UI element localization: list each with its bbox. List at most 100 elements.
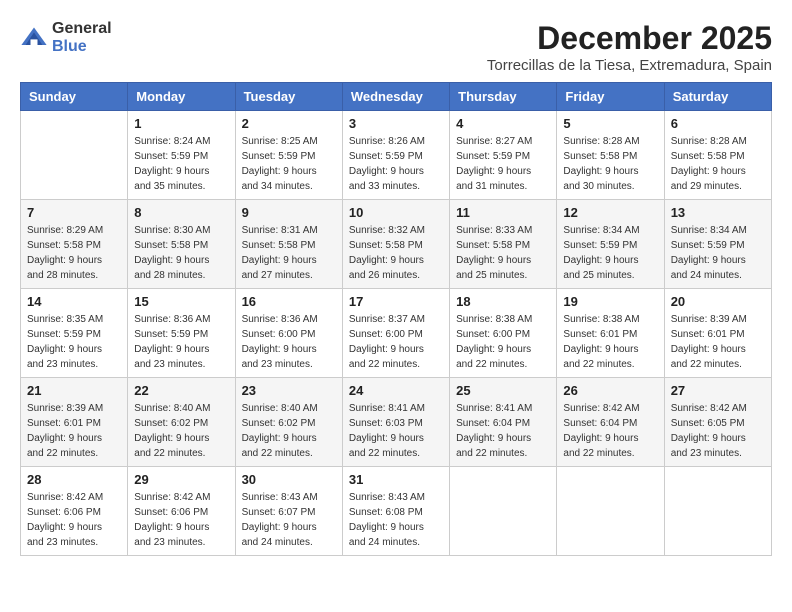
day-info: Sunrise: 8:42 AM Sunset: 6:06 PM Dayligh… xyxy=(134,490,228,550)
table-row: 2 Sunrise: 8:25 AM Sunset: 5:59 PM Daylig… xyxy=(235,111,342,200)
day-info: Sunrise: 8:41 AM Sunset: 6:04 PM Dayligh… xyxy=(456,401,550,461)
day-info: Sunrise: 8:30 AM Sunset: 5:58 PM Dayligh… xyxy=(134,223,228,283)
calendar-week-row: 21Sunrise: 8:39 AM Sunset: 6:01 PM Dayli… xyxy=(21,378,772,467)
day-number: 24 xyxy=(349,383,443,398)
day-number: 16 xyxy=(242,294,336,309)
day-number: 15 xyxy=(134,294,228,309)
table-row: 24 Sunrise: 8:41 AM Sunset: 6:03 PM Dayli… xyxy=(342,378,449,467)
calendar-week-row: 1 Sunrise: 8:24 AM Sunset: 5:59 PM Daylig… xyxy=(21,111,772,200)
table-row: 28 Sunrise: 8:42 AM Sunset: 6:06 PM Dayli… xyxy=(21,467,128,556)
day-info: Sunrise: 8:24 AM Sunset: 5:59 PM Dayligh… xyxy=(134,134,228,194)
day-number: 20 xyxy=(671,294,765,309)
day-info: Sunrise: 8:36 AM Sunset: 6:00 PM Dayligh… xyxy=(242,312,336,372)
calendar-week-row: 7Sunrise: 8:29 AM Sunset: 5:58 PM Daylig… xyxy=(21,200,772,289)
table-row: 10 Sunrise: 8:32 AM Sunset: 5:58 PM Dayli… xyxy=(342,200,449,289)
day-info: Sunrise: 8:40 AM Sunset: 6:02 PM Dayligh… xyxy=(242,401,336,461)
table-row: 23 Sunrise: 8:40 AM Sunset: 6:02 PM Dayli… xyxy=(235,378,342,467)
table-row: 26Sunrise: 8:42 AM Sunset: 6:04 PM Dayli… xyxy=(557,378,664,467)
day-info: Sunrise: 8:37 AM Sunset: 6:00 PM Dayligh… xyxy=(349,312,443,372)
table-row: 14Sunrise: 8:35 AM Sunset: 5:59 PM Dayli… xyxy=(21,289,128,378)
day-number: 28 xyxy=(27,472,121,487)
title-section: December 2025 Torrecillas de la Tiesa, E… xyxy=(487,20,772,74)
table-row: 25 Sunrise: 8:41 AM Sunset: 6:04 PM Dayli… xyxy=(450,378,557,467)
table-row: 6 Sunrise: 8:28 AM Sunset: 5:58 PM Daylig… xyxy=(664,111,771,200)
header-saturday: Saturday xyxy=(664,83,771,111)
table-row: 11Sunrise: 8:33 AM Sunset: 5:58 PM Dayli… xyxy=(450,200,557,289)
calendar-week-row: 28 Sunrise: 8:42 AM Sunset: 6:06 PM Dayli… xyxy=(21,467,772,556)
table-row: 18Sunrise: 8:38 AM Sunset: 6:00 PM Dayli… xyxy=(450,289,557,378)
day-number: 2 xyxy=(242,116,336,131)
day-info: Sunrise: 8:35 AM Sunset: 5:59 PM Dayligh… xyxy=(27,312,121,372)
day-info: Sunrise: 8:41 AM Sunset: 6:03 PM Dayligh… xyxy=(349,401,443,461)
day-number: 4 xyxy=(456,116,550,131)
day-number: 26 xyxy=(563,383,657,398)
header-sunday: Sunday xyxy=(21,83,128,111)
day-info: Sunrise: 8:28 AM Sunset: 5:58 PM Dayligh… xyxy=(671,134,765,194)
table-row: 12 Sunrise: 8:34 AM Sunset: 5:59 PM Dayli… xyxy=(557,200,664,289)
day-number: 23 xyxy=(242,383,336,398)
table-row: 30 Sunrise: 8:43 AM Sunset: 6:07 PM Dayli… xyxy=(235,467,342,556)
table-row: 3 Sunrise: 8:26 AM Sunset: 5:59 PM Daylig… xyxy=(342,111,449,200)
table-row xyxy=(450,467,557,556)
day-info: Sunrise: 8:43 AM Sunset: 6:08 PM Dayligh… xyxy=(349,490,443,550)
table-row: 4 Sunrise: 8:27 AM Sunset: 5:59 PM Daylig… xyxy=(450,111,557,200)
table-row: 8Sunrise: 8:30 AM Sunset: 5:58 PM Daylig… xyxy=(128,200,235,289)
table-row: 16 Sunrise: 8:36 AM Sunset: 6:00 PM Dayli… xyxy=(235,289,342,378)
day-number: 30 xyxy=(242,472,336,487)
day-info: Sunrise: 8:27 AM Sunset: 5:59 PM Dayligh… xyxy=(456,134,550,194)
day-info: Sunrise: 8:40 AM Sunset: 6:02 PM Dayligh… xyxy=(134,401,228,461)
day-number: 29 xyxy=(134,472,228,487)
day-info: Sunrise: 8:34 AM Sunset: 5:59 PM Dayligh… xyxy=(671,223,765,283)
calendar-header-row: Sunday Monday Tuesday Wednesday Thursday… xyxy=(21,83,772,111)
page-header: General Blue December 2025 Torrecillas d… xyxy=(20,20,772,74)
table-row: 20 Sunrise: 8:39 AM Sunset: 6:01 PM Dayli… xyxy=(664,289,771,378)
logo-general-text: General xyxy=(52,20,112,38)
day-number: 10 xyxy=(349,205,443,220)
table-row: 9 Sunrise: 8:31 AM Sunset: 5:58 PM Daylig… xyxy=(235,200,342,289)
day-info: Sunrise: 8:42 AM Sunset: 6:05 PM Dayligh… xyxy=(671,401,765,461)
day-number: 1 xyxy=(134,116,228,131)
month-title: December 2025 xyxy=(487,20,772,57)
day-number: 12 xyxy=(563,205,657,220)
table-row: 31 Sunrise: 8:43 AM Sunset: 6:08 PM Dayli… xyxy=(342,467,449,556)
day-info: Sunrise: 8:28 AM Sunset: 5:58 PM Dayligh… xyxy=(563,134,657,194)
day-info: Sunrise: 8:42 AM Sunset: 6:06 PM Dayligh… xyxy=(27,490,121,550)
day-number: 9 xyxy=(242,205,336,220)
location-subtitle: Torrecillas de la Tiesa, Extremadura, Sp… xyxy=(487,57,772,74)
day-number: 13 xyxy=(671,205,765,220)
logo: General Blue xyxy=(20,20,112,55)
day-info: Sunrise: 8:33 AM Sunset: 5:58 PM Dayligh… xyxy=(456,223,550,283)
day-info: Sunrise: 8:39 AM Sunset: 6:01 PM Dayligh… xyxy=(671,312,765,372)
table-row: 7Sunrise: 8:29 AM Sunset: 5:58 PM Daylig… xyxy=(21,200,128,289)
header-thursday: Thursday xyxy=(450,83,557,111)
day-info: Sunrise: 8:43 AM Sunset: 6:07 PM Dayligh… xyxy=(242,490,336,550)
day-number: 21 xyxy=(27,383,121,398)
day-info: Sunrise: 8:32 AM Sunset: 5:58 PM Dayligh… xyxy=(349,223,443,283)
day-info: Sunrise: 8:31 AM Sunset: 5:58 PM Dayligh… xyxy=(242,223,336,283)
day-number: 31 xyxy=(349,472,443,487)
table-row: 17Sunrise: 8:37 AM Sunset: 6:00 PM Dayli… xyxy=(342,289,449,378)
table-row: 27Sunrise: 8:42 AM Sunset: 6:05 PM Dayli… xyxy=(664,378,771,467)
day-info: Sunrise: 8:26 AM Sunset: 5:59 PM Dayligh… xyxy=(349,134,443,194)
table-row xyxy=(21,111,128,200)
day-number: 25 xyxy=(456,383,550,398)
day-info: Sunrise: 8:38 AM Sunset: 6:01 PM Dayligh… xyxy=(563,312,657,372)
table-row: 21Sunrise: 8:39 AM Sunset: 6:01 PM Dayli… xyxy=(21,378,128,467)
header-friday: Friday xyxy=(557,83,664,111)
calendar-table: Sunday Monday Tuesday Wednesday Thursday… xyxy=(20,82,772,556)
calendar-week-row: 14Sunrise: 8:35 AM Sunset: 5:59 PM Dayli… xyxy=(21,289,772,378)
day-number: 18 xyxy=(456,294,550,309)
day-number: 6 xyxy=(671,116,765,131)
header-tuesday: Tuesday xyxy=(235,83,342,111)
day-info: Sunrise: 8:34 AM Sunset: 5:59 PM Dayligh… xyxy=(563,223,657,283)
day-number: 7 xyxy=(27,205,121,220)
day-number: 19 xyxy=(563,294,657,309)
logo-text: General Blue xyxy=(52,20,112,55)
day-number: 3 xyxy=(349,116,443,131)
day-info: Sunrise: 8:25 AM Sunset: 5:59 PM Dayligh… xyxy=(242,134,336,194)
header-monday: Monday xyxy=(128,83,235,111)
day-number: 22 xyxy=(134,383,228,398)
table-row: 1 Sunrise: 8:24 AM Sunset: 5:59 PM Daylig… xyxy=(128,111,235,200)
table-row: 29 Sunrise: 8:42 AM Sunset: 6:06 PM Dayli… xyxy=(128,467,235,556)
table-row: 15Sunrise: 8:36 AM Sunset: 5:59 PM Dayli… xyxy=(128,289,235,378)
